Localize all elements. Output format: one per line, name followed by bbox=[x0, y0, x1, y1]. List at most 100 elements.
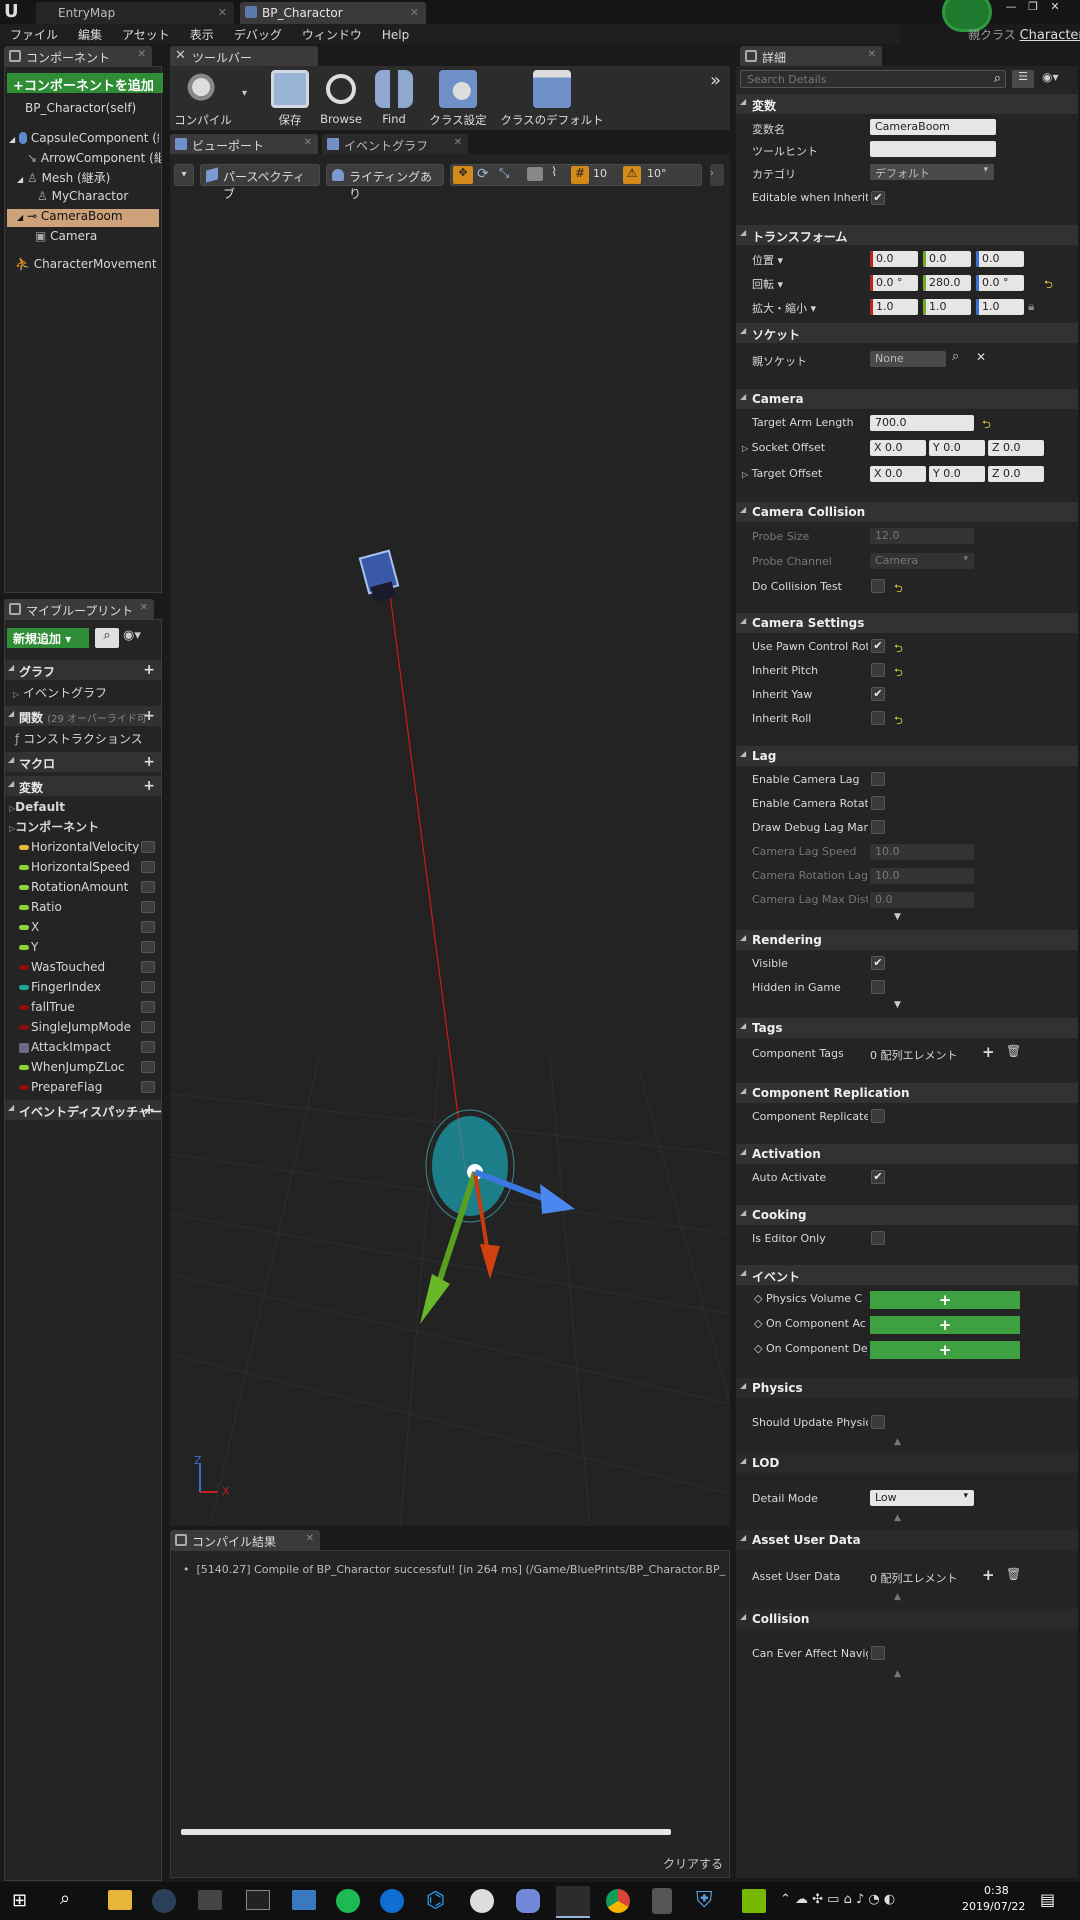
hidden-in-game-checkbox[interactable] bbox=[871, 980, 885, 994]
nvidia-icon[interactable] bbox=[742, 1889, 766, 1913]
can-affect-navigation-checkbox[interactable] bbox=[871, 1646, 885, 1660]
inherit-yaw-checkbox[interactable]: ✔ bbox=[871, 687, 885, 701]
variable-row[interactable]: PrepareFlag bbox=[5, 1078, 161, 1098]
variable-name-field[interactable]: CameraBoom bbox=[870, 119, 996, 135]
rendering-section-header[interactable]: Rendering bbox=[736, 930, 1078, 950]
search-icon[interactable]: ⌕ bbox=[994, 71, 1001, 86]
expand-icon[interactable]: ◢ bbox=[17, 175, 23, 184]
category-components[interactable]: ▷コンポーネント bbox=[5, 816, 161, 836]
visibility-icon[interactable] bbox=[141, 921, 155, 933]
camera-section-header[interactable]: Camera bbox=[736, 389, 1078, 409]
explorer-icon[interactable] bbox=[108, 1890, 132, 1910]
save-button[interactable]: 保存 bbox=[268, 70, 312, 128]
surface-snap-icon[interactable]: ⌇ bbox=[551, 165, 557, 180]
menu-edit[interactable]: 編集 bbox=[68, 24, 112, 43]
visibility-icon[interactable] bbox=[141, 1081, 155, 1093]
close-icon[interactable]: ✕ bbox=[138, 49, 146, 60]
class-defaults-button[interactable]: クラスのデフォルト bbox=[500, 70, 604, 128]
functions-header[interactable]: 関数 (29 オーバーライド可+ bbox=[5, 706, 161, 726]
component-charactermovement[interactable]: ⛹ CharacterMovement (継 bbox=[15, 255, 161, 273]
tab-entrymap[interactable]: EntryMap ✕ bbox=[36, 2, 234, 24]
tab-viewport[interactable]: ビューポート ✕ bbox=[170, 134, 318, 154]
scale-z-field[interactable]: 1.0 bbox=[976, 299, 1024, 315]
compiler-results-tab[interactable]: コンパイル結果 ✕ bbox=[170, 1530, 320, 1550]
variable-section-header[interactable]: 変数 bbox=[736, 94, 1078, 114]
target-offset-label[interactable]: ▷ Target Offset bbox=[742, 467, 858, 480]
category-default[interactable]: ▷Default bbox=[5, 798, 161, 818]
browse-button[interactable]: Browse bbox=[318, 70, 364, 126]
app-icon[interactable] bbox=[652, 1888, 672, 1914]
add-element-icon[interactable]: + bbox=[982, 1043, 995, 1061]
construction-script-item[interactable]: ƒ コンストラクションス bbox=[5, 728, 161, 748]
lag-section-header[interactable]: Lag bbox=[736, 746, 1078, 766]
visibility-icon[interactable] bbox=[141, 1061, 155, 1073]
reset-inherit-pitch-icon[interactable]: ⮌ bbox=[894, 664, 903, 683]
variable-row[interactable]: HorizontalVelocity bbox=[5, 838, 161, 858]
collapse-advanced-icon[interactable]: ▲ bbox=[894, 1669, 901, 1679]
menu-file[interactable]: ファイル bbox=[0, 24, 68, 43]
add-physics-volume-event-button[interactable]: + bbox=[870, 1291, 1020, 1309]
component-capsule[interactable]: ◢ CapsuleComponent (継 bbox=[9, 129, 159, 147]
tags-section-header[interactable]: Tags bbox=[736, 1018, 1078, 1038]
collapse-advanced-icon[interactable]: ▲ bbox=[894, 1437, 901, 1447]
translate-icon[interactable]: ✥ bbox=[453, 166, 473, 184]
macros-header[interactable]: マクロ + bbox=[5, 752, 161, 772]
details-search-input[interactable]: Search Details ⌕ bbox=[740, 70, 1006, 88]
close-window-icon[interactable]: ✕ bbox=[1044, 0, 1066, 13]
unreal-taskbar-icon[interactable] bbox=[470, 1889, 494, 1913]
component-mycharactor[interactable]: ♙ MyCharactor bbox=[37, 189, 161, 207]
property-matrix-icon[interactable]: ☰ bbox=[1012, 70, 1034, 88]
event-graph-item[interactable]: ▷ イベントグラフ bbox=[5, 682, 161, 702]
viewport[interactable]: X Z ▾ パースペクティブ ライティングあり ✥ ⟳ ⤡ ⌇ # 10 ⚠ 1… bbox=[170, 154, 730, 1526]
rotate-icon[interactable]: ⟳ bbox=[477, 166, 489, 182]
camera-settings-section-header[interactable]: Camera Settings bbox=[736, 613, 1078, 633]
menu-window[interactable]: ウィンドウ bbox=[292, 24, 372, 43]
socket-section-header[interactable]: ソケット bbox=[736, 323, 1078, 343]
tab-event-graph[interactable]: イベントグラフ ✕ bbox=[322, 134, 468, 154]
visibility-icon[interactable] bbox=[141, 1041, 155, 1053]
find-button[interactable]: Find bbox=[374, 70, 414, 126]
add-element-icon[interactable]: + bbox=[982, 1566, 995, 1584]
lod-section-header[interactable]: LOD bbox=[736, 1453, 1078, 1473]
search-icon[interactable]: ⌕ bbox=[60, 1888, 70, 1909]
search-icon[interactable]: ⌕ bbox=[95, 628, 119, 648]
show-advanced-chevron-icon[interactable]: ▼ bbox=[894, 1000, 901, 1010]
draw-debug-lag-checkbox[interactable] bbox=[871, 820, 885, 834]
detail-mode-dropdown[interactable]: Low ▾ bbox=[870, 1490, 974, 1506]
inherit-pitch-checkbox[interactable] bbox=[871, 663, 885, 677]
app-icon[interactable]: ⛨ bbox=[696, 1888, 713, 1913]
activation-section-header[interactable]: Activation bbox=[736, 1144, 1078, 1164]
tray-icons[interactable]: ⌃ ☁ ✣ ▭ ⌂ ♪ ◔ ◐ bbox=[780, 1892, 895, 1907]
expand-icon[interactable]: ◢ bbox=[9, 135, 15, 144]
visibility-icon[interactable] bbox=[141, 941, 155, 953]
variable-row[interactable]: X bbox=[5, 918, 161, 938]
asset-user-data-section-header[interactable]: Asset User Data bbox=[736, 1530, 1078, 1550]
reset-pawn-control-icon[interactable]: ⮌ bbox=[894, 640, 903, 659]
app-icon[interactable] bbox=[198, 1890, 222, 1910]
menu-view[interactable]: 表示 bbox=[180, 24, 224, 43]
self-row[interactable]: BP_Charactor(self) bbox=[25, 101, 136, 119]
toolbar-tab[interactable]: ✕ ツールバー bbox=[170, 46, 318, 66]
inherit-roll-checkbox[interactable] bbox=[871, 711, 885, 725]
components-tab[interactable]: コンポーネント ✕ bbox=[4, 46, 152, 66]
steam-icon[interactable] bbox=[152, 1889, 176, 1913]
tooltip-field[interactable] bbox=[870, 141, 996, 157]
start-windows-icon[interactable]: ⊞ bbox=[12, 1890, 27, 1911]
variable-row[interactable]: SingleJumpMode bbox=[5, 1018, 161, 1038]
variables-header[interactable]: 変数 + bbox=[5, 776, 161, 796]
clear-socket-icon[interactable]: ✕ bbox=[976, 350, 986, 364]
location-z-field[interactable]: 0.0 bbox=[976, 251, 1024, 267]
menu-debug[interactable]: デバッグ bbox=[224, 24, 292, 43]
variable-row[interactable]: WasTouched bbox=[5, 958, 161, 978]
add-component-deactivated-event-button[interactable]: + bbox=[870, 1341, 1020, 1359]
lighting-button[interactable]: ライティングあり bbox=[326, 164, 444, 201]
expand-icon[interactable]: ◢ bbox=[17, 213, 23, 222]
reset-inherit-roll-icon[interactable]: ⮌ bbox=[894, 712, 903, 731]
cooking-section-header[interactable]: Cooking bbox=[736, 1205, 1078, 1225]
add-component-activated-event-button[interactable]: + bbox=[870, 1316, 1020, 1334]
replication-section-header[interactable]: Component Replication bbox=[736, 1083, 1078, 1103]
scale-x-field[interactable]: 1.0 bbox=[870, 299, 918, 315]
reset-arm-length-icon[interactable]: ⮌ bbox=[982, 416, 991, 435]
physics-section-header[interactable]: Physics bbox=[736, 1378, 1078, 1398]
add-graph-icon[interactable]: + bbox=[143, 662, 155, 678]
